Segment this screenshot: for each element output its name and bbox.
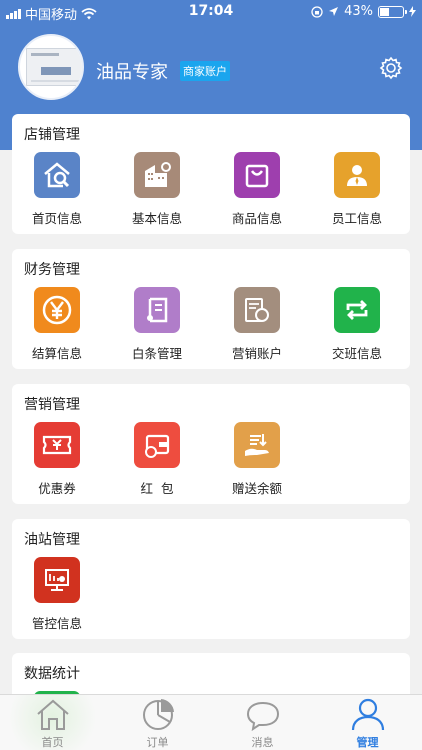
tile-label: 优惠券 [38, 481, 76, 496]
chat-bubble-icon [246, 701, 279, 731]
tile-label: 赠送余额 [231, 481, 282, 496]
gift-balance-icon [234, 422, 280, 468]
gear-icon [379, 56, 403, 80]
section-station-management: 油站管理 管控信息 [12, 519, 410, 639]
tile-label: 商品信息 [231, 211, 282, 226]
shop-name: 油品专家 [96, 62, 168, 83]
location-icon [329, 7, 339, 16]
monitor-icon [34, 557, 80, 603]
yuan-icon [34, 287, 80, 333]
tab-management[interactable]: 管理 [315, 695, 420, 750]
tile-label: 红 包 [140, 481, 174, 496]
section-title: 数据统计 [24, 666, 80, 682]
shopping-bag-icon [234, 152, 280, 198]
tile-label: 交班信息 [331, 346, 382, 361]
battery-icon [378, 5, 407, 18]
account-coin-icon [234, 287, 280, 333]
section-title: 店铺管理 [24, 127, 80, 143]
section-finance-management: 财务管理 结算信息 白条管理 营销账户 交班信息 [12, 249, 410, 369]
tile-label: 营销账户 [231, 346, 282, 361]
tile-coupon[interactable]: 优惠券 [12, 422, 102, 497]
tab-home[interactable]: 首页 [0, 695, 105, 750]
tab-label: 订单 [146, 736, 169, 749]
tile-staff-info[interactable]: 员工信息 [312, 152, 402, 227]
section-title: 财务管理 [24, 262, 80, 278]
rotation-lock-icon [311, 5, 323, 18]
tile-label: 结算信息 [31, 346, 82, 361]
tab-label: 消息 [251, 736, 274, 749]
home-search-icon [34, 152, 80, 198]
shop-avatar[interactable] [18, 34, 84, 100]
tab-orders[interactable]: 订单 [105, 695, 210, 750]
section-store-management: 店铺管理 首页信息 基本信息 商品信息 员工信息 [12, 114, 410, 234]
user-icon [351, 698, 384, 731]
tile-label: 白条管理 [131, 346, 182, 361]
tile-label: 员工信息 [331, 211, 382, 226]
status-right: 43% [311, 4, 416, 19]
shift-exchange-icon [334, 287, 380, 333]
tile-gift-balance[interactable]: 赠送余额 [212, 422, 302, 497]
tab-label: 首页 [41, 736, 64, 749]
tile-iou-management[interactable]: 白条管理 [112, 287, 202, 362]
bottom-tab-bar: 首页 订单 消息 管理 [0, 694, 422, 750]
section-marketing-management: 营销管理 优惠券 红 包 赠送余额 [12, 384, 410, 504]
tab-messages[interactable]: 消息 [210, 695, 315, 750]
tile-red-packet[interactable]: 红 包 [112, 422, 202, 497]
home-icon [36, 699, 69, 730]
red-packet-icon [134, 422, 180, 468]
tile-control-info[interactable]: 管控信息 [12, 557, 102, 632]
status-bar: 中国移动 17:04 43% [0, 0, 422, 24]
account-type-badge: 商家账户 [180, 61, 230, 81]
section-title: 油站管理 [24, 532, 80, 548]
staff-icon [334, 152, 380, 198]
section-title: 营销管理 [24, 397, 80, 413]
tab-label: 管理 [356, 736, 379, 749]
tile-settlement-info[interactable]: 结算信息 [12, 287, 102, 362]
pie-chart-icon [142, 699, 174, 730]
tile-label: 管控信息 [31, 616, 82, 631]
charging-icon [409, 6, 416, 17]
building-gear-icon [134, 152, 180, 198]
note-icon [134, 287, 180, 333]
tile-basic-info[interactable]: 基本信息 [112, 152, 202, 227]
battery-percent: 43% [344, 4, 373, 19]
tile-label: 基本信息 [131, 211, 182, 226]
avatar-image [26, 48, 82, 86]
tile-marketing-account[interactable]: 营销账户 [212, 287, 302, 362]
tile-product-info[interactable]: 商品信息 [212, 152, 302, 227]
tile-homepage-info[interactable]: 首页信息 [12, 152, 102, 227]
tile-shift-info[interactable]: 交班信息 [312, 287, 402, 362]
tile-label: 首页信息 [31, 211, 82, 226]
settings-button[interactable] [379, 56, 403, 80]
coupon-icon [34, 422, 80, 468]
